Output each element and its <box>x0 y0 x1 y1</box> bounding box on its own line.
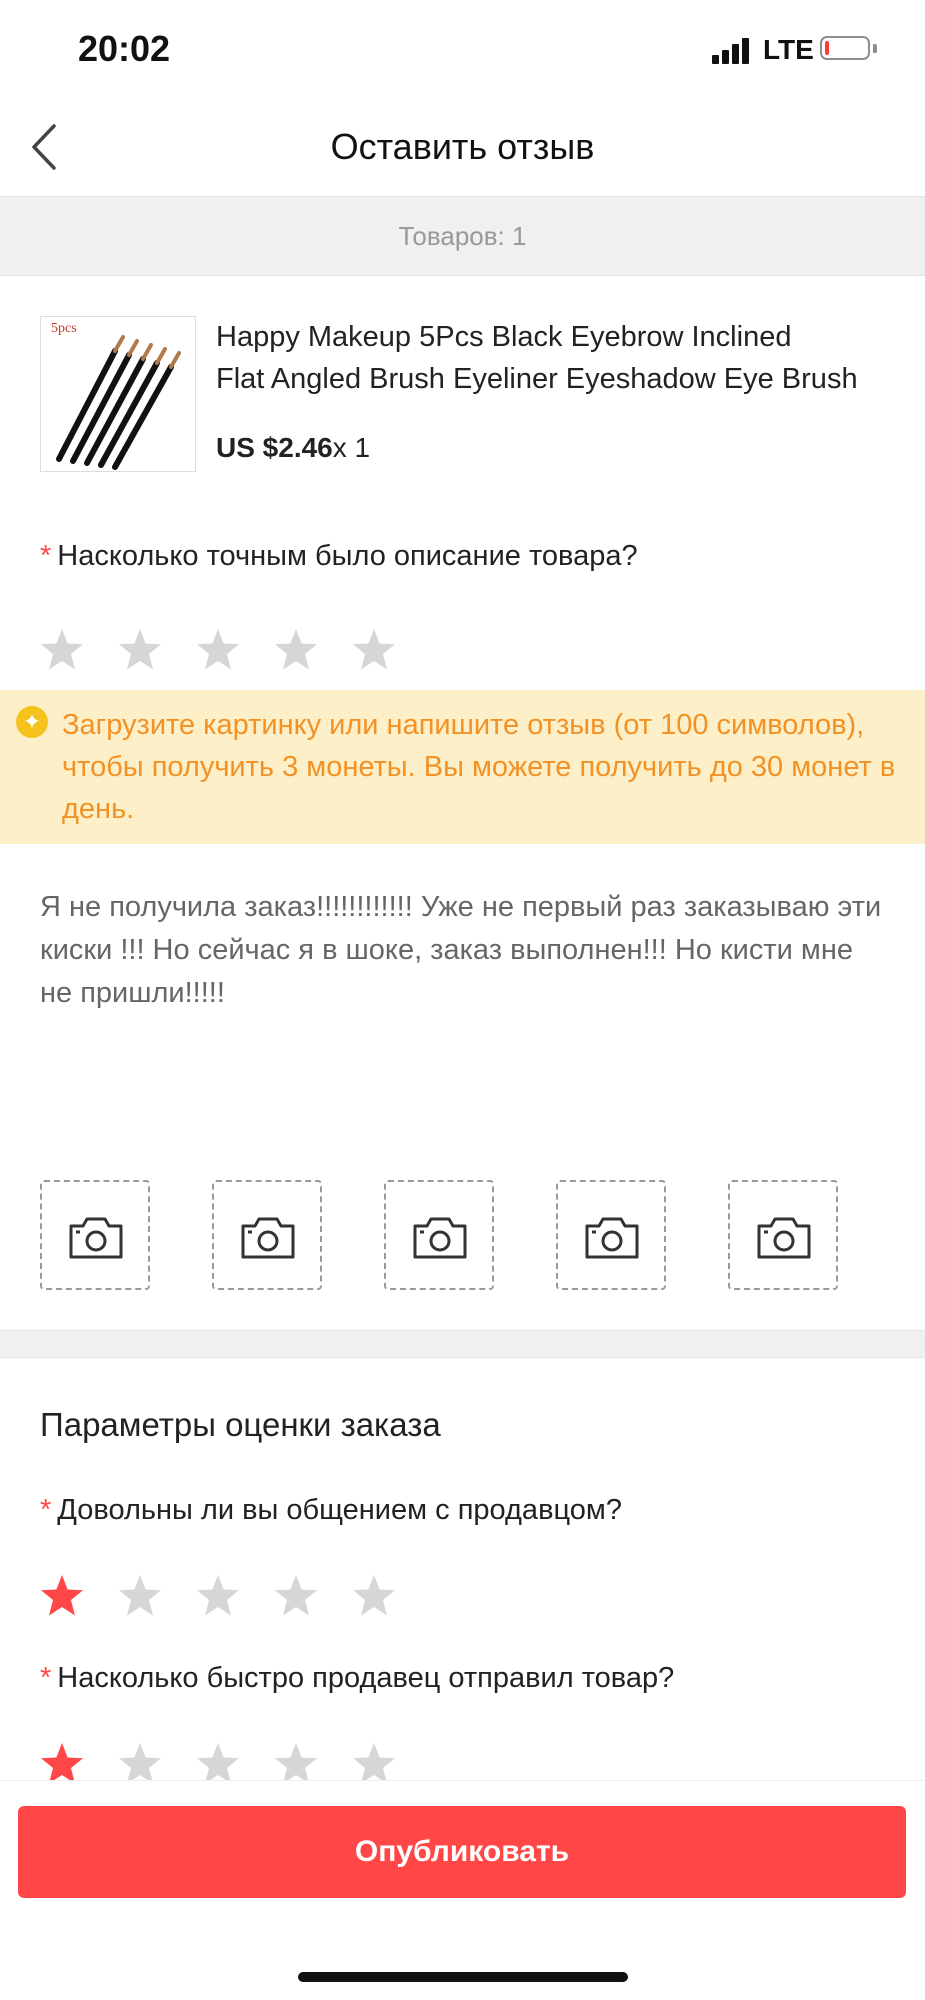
star-icon[interactable] <box>194 626 242 674</box>
star-icon[interactable] <box>38 1572 86 1620</box>
home-indicator[interactable] <box>298 1972 628 1982</box>
add-photo-button[interactable] <box>40 1180 150 1290</box>
required-mark: * <box>40 540 52 572</box>
product-title[interactable]: Happy Makeup 5Pcs Black Eyebrow Inclined… <box>216 316 896 400</box>
star-icon[interactable] <box>116 1572 164 1620</box>
coins-notice: ✦ Загрузите картинку или напишите отзыв … <box>0 690 925 844</box>
camera-icon <box>757 1217 811 1259</box>
add-photo-button[interactable] <box>728 1180 838 1290</box>
star-icon[interactable] <box>272 626 320 674</box>
question-text: Насколько точным было описание товара? <box>57 540 638 572</box>
question-text: Насколько быстро продавец отправил товар… <box>57 1662 675 1694</box>
status-time: 20:02 <box>78 28 171 69</box>
question-text: Довольны ли вы общением с продавцом? <box>57 1494 622 1526</box>
items-count-bar: Товаров: 1 <box>0 196 925 276</box>
star-icon[interactable] <box>194 1572 242 1620</box>
add-photo-button[interactable] <box>212 1180 322 1290</box>
camera-icon <box>69 1217 123 1259</box>
star-icon[interactable] <box>272 1572 320 1620</box>
star-icon[interactable] <box>116 626 164 674</box>
camera-icon <box>413 1217 467 1259</box>
star-icon[interactable] <box>38 626 86 674</box>
network-type: LTE <box>763 34 814 65</box>
product-title-line-2: Flat Angled Brush Eyeliner Eyeshadow Eye… <box>216 363 858 395</box>
battery-nub <box>873 44 877 53</box>
rating-description-stars <box>38 626 398 674</box>
battery-level <box>825 41 829 55</box>
review-textarea[interactable]: Я не получила заказ!!!!!!!!!!!! Уже не п… <box>40 886 890 1015</box>
price-value: US $2.46 <box>216 432 333 463</box>
signal-strength-icon <box>712 36 752 64</box>
star-icon[interactable] <box>350 1572 398 1620</box>
product-title-line-1: Happy Makeup 5Pcs Black Eyebrow Inclined <box>216 321 792 353</box>
coin-icon: ✦ <box>16 706 48 738</box>
quantity: x 1 <box>332 432 371 463</box>
product-image[interactable]: 5pcs <box>40 316 196 472</box>
items-count: Товаров: 1 <box>398 221 527 251</box>
publish-button[interactable]: Опубликовать <box>18 1806 906 1898</box>
notice-text: Загрузите картинку или напишите отзыв (о… <box>62 709 896 825</box>
page-title: Оставить отзыв <box>330 126 595 167</box>
battery-icon <box>820 36 870 60</box>
question-description-accuracy: * Насколько точным было описание товара? <box>40 540 638 573</box>
section-divider <box>0 1330 925 1358</box>
add-photo-button[interactable] <box>556 1180 666 1290</box>
rating-communication-stars <box>38 1572 398 1620</box>
section-title: Параметры оценки заказа <box>40 1406 441 1443</box>
camera-icon <box>585 1217 639 1259</box>
question-shipping-speed: * Насколько быстро продавец отправил това… <box>40 1662 674 1695</box>
required-mark: * <box>40 1494 52 1526</box>
required-mark: * <box>40 1662 52 1694</box>
add-photo-button[interactable] <box>384 1180 494 1290</box>
product-price: US $2.46x 1 <box>216 432 370 464</box>
question-seller-communication: * Довольны ли вы общением с продавцом? <box>40 1494 622 1527</box>
star-icon[interactable] <box>350 626 398 674</box>
brushes-image <box>56 335 181 470</box>
camera-icon <box>241 1217 295 1259</box>
